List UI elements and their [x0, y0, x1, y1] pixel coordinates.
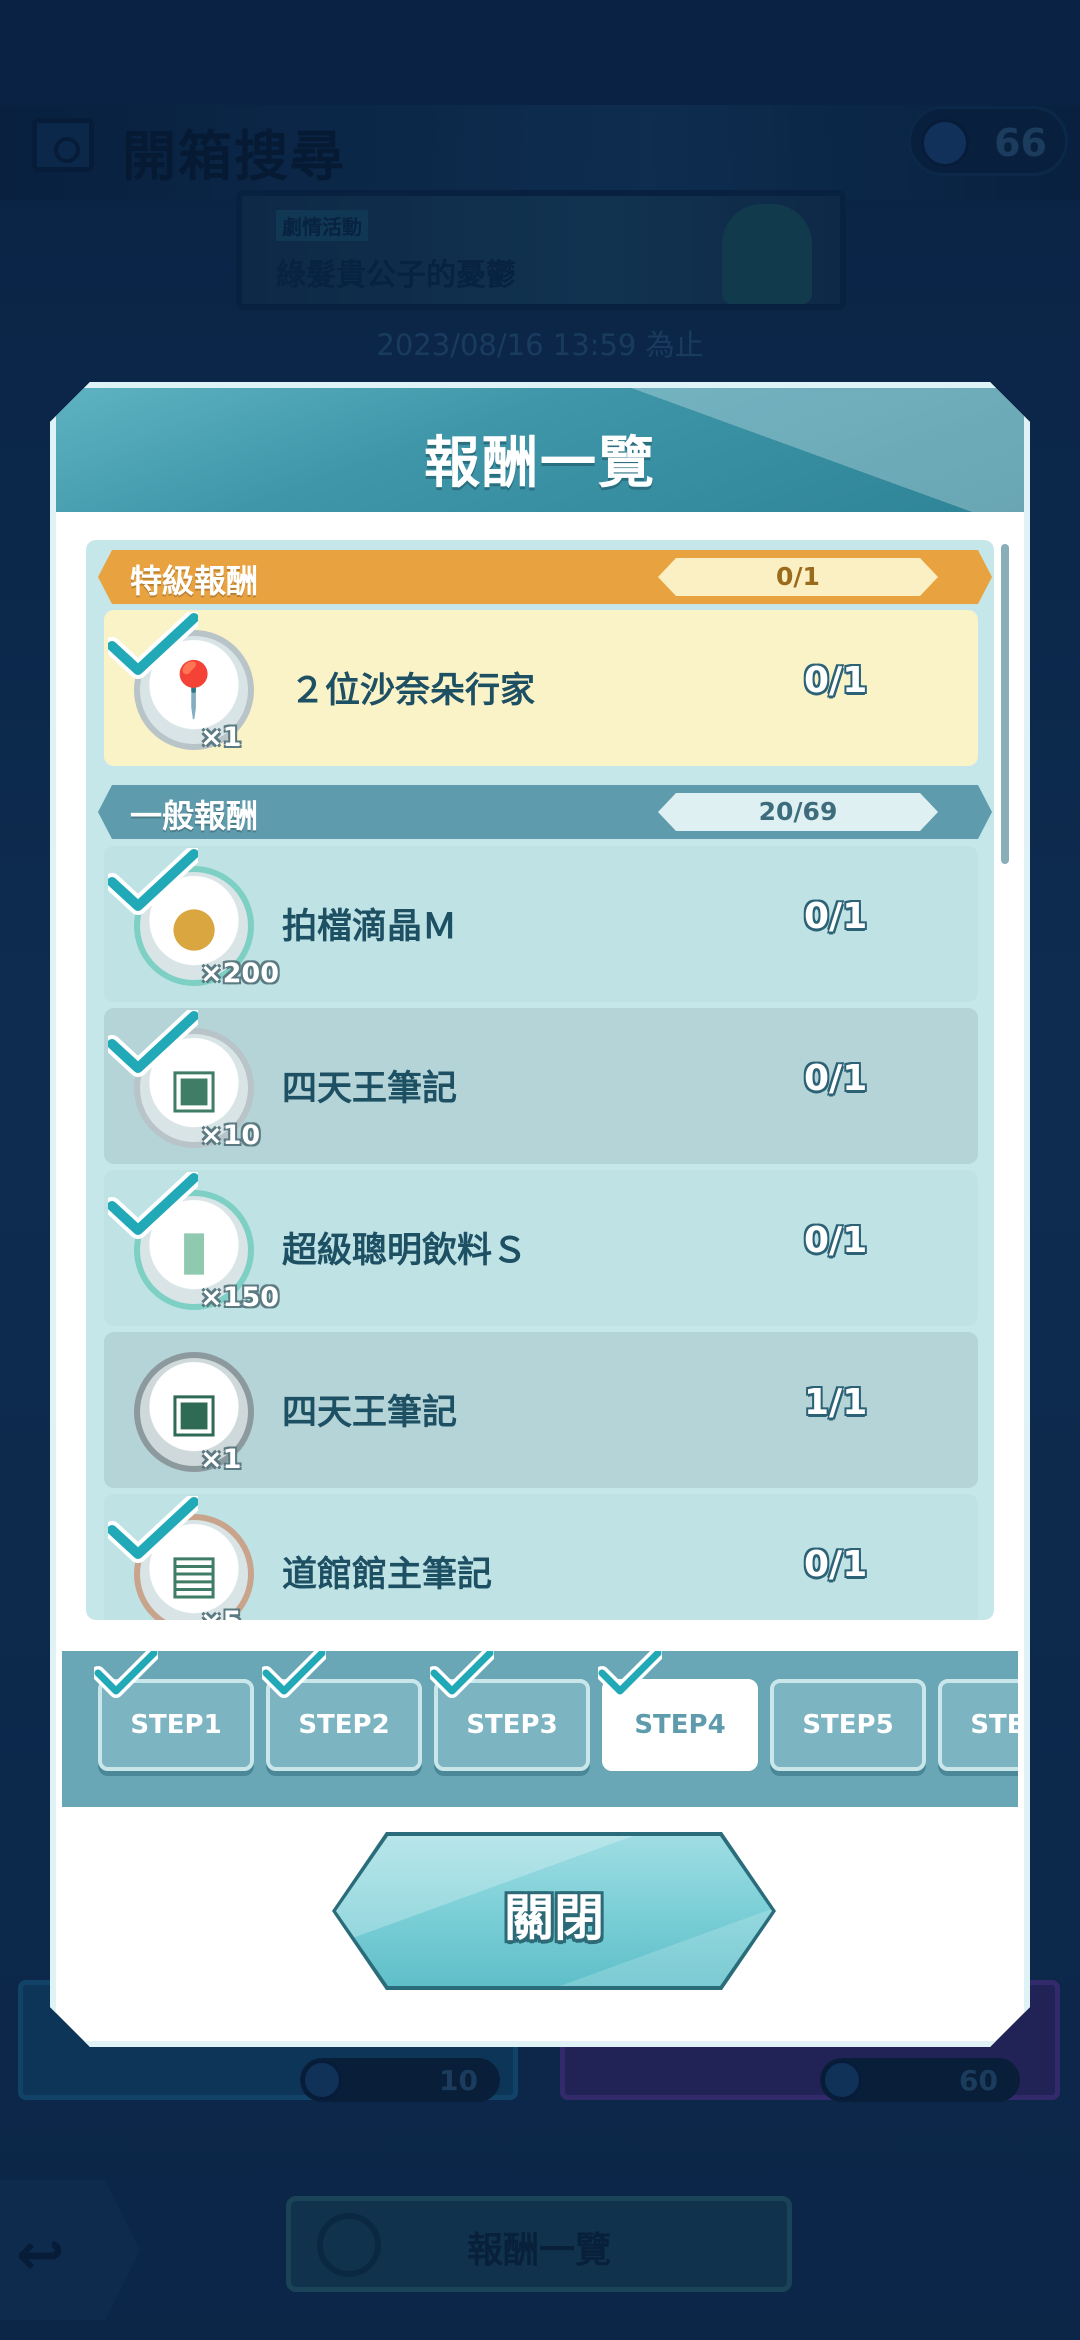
check-icon [108, 612, 198, 679]
item-count: 0/1 [804, 1058, 868, 1099]
check-icon [598, 1651, 662, 1698]
tab-step6[interactable]: STEP6 [938, 1679, 1018, 1771]
special-reward-header: 特級報酬 0/1 [98, 550, 992, 604]
item-count: 1/1 [804, 1382, 868, 1423]
reward-list[interactable]: 特級報酬 0/1 📍 ×1 ２位沙奈朵行家 0/1 一般報酬 20/69 ● ×… [86, 540, 994, 1620]
reward-row: ▮ ×150 超級聰明飲料Ｓ 0/1 [104, 1170, 978, 1326]
general-reward-progress: 20/69 [658, 793, 938, 831]
check-icon [262, 1651, 326, 1698]
general-reward-header: 一般報酬 20/69 [98, 785, 992, 839]
item-quantity: ×10 [200, 1120, 261, 1151]
item-name: 四天王筆記 [282, 1069, 458, 1109]
general-reward-title: 一般報酬 [130, 797, 259, 835]
item-name: 超級聰明飲料Ｓ [282, 1231, 528, 1271]
close-button[interactable]: 關閉 [336, 1836, 772, 1986]
item-count: 0/1 [804, 660, 868, 701]
item-quantity: ×1 [200, 722, 242, 753]
reward-row: 📍 ×1 ２位沙奈朵行家 0/1 [104, 610, 978, 766]
tab-step5[interactable]: STEP5 [770, 1679, 926, 1771]
special-reward-progress: 0/1 [658, 558, 938, 596]
item-quantity: ×5 [200, 1606, 241, 1620]
step-tabs: STEP1 STEP2 STEP3 STEP4 STEP5 STEP6 [62, 1651, 1018, 1807]
check-icon [108, 1172, 198, 1239]
reward-row: ▤ ×5 道館館主筆記 0/1 [104, 1494, 978, 1620]
check-icon [108, 1496, 198, 1563]
reward-list-modal: 報酬一覽 特級報酬 0/1 📍 ×1 ２位沙奈朵行家 0/1 一般報酬 20/6… [50, 382, 1030, 2047]
item-count: 0/1 [804, 896, 868, 937]
item-name: 拍檔滴晶Ｍ [282, 907, 458, 947]
item-quantity: ×150 [200, 1282, 279, 1313]
item-name: 四天王筆記 [282, 1393, 458, 1433]
item-name: ２位沙奈朵行家 [290, 671, 536, 711]
modal-title: 報酬一覽 [424, 431, 656, 496]
item-name: 道館館主筆記 [282, 1555, 493, 1595]
item-count: 0/1 [804, 1544, 868, 1585]
check-icon [94, 1651, 158, 1698]
item-quantity: ×1 [200, 1444, 242, 1475]
reward-row: ▣ ×10 四天王筆記 0/1 [104, 1008, 978, 1164]
item-quantity: ×200 [200, 958, 279, 989]
close-button-label: 關閉 [504, 1889, 604, 1947]
reward-list-scrollbar[interactable] [1001, 544, 1009, 864]
special-reward-title: 特級報酬 [130, 562, 259, 600]
reward-row: ● ×200 拍檔滴晶Ｍ 0/1 [104, 846, 978, 1002]
reward-row: ▣ ×1 四天王筆記 1/1 [104, 1332, 978, 1488]
check-icon [108, 1010, 198, 1077]
item-count: 0/1 [804, 1220, 868, 1261]
check-icon [430, 1651, 494, 1698]
check-icon [108, 848, 198, 915]
modal-header: 報酬一覽 [56, 388, 1024, 512]
